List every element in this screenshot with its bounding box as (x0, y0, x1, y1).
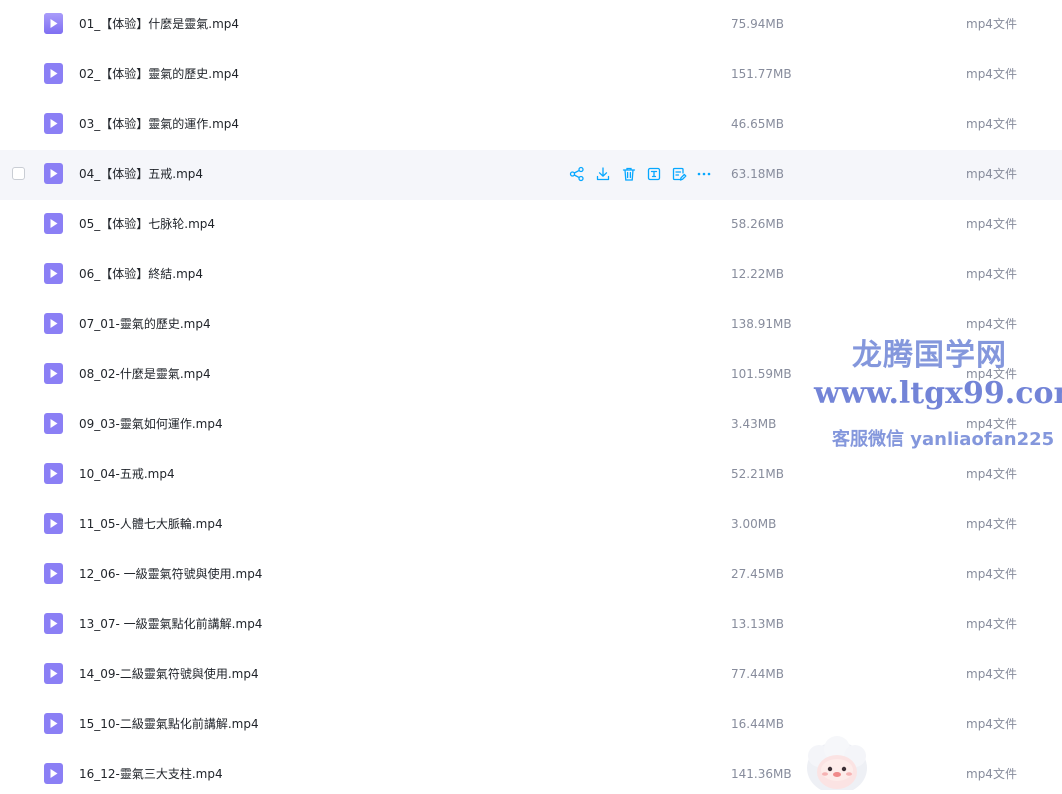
file-name[interactable]: 11_05-人體七大脈輪.mp4 (79, 515, 223, 533)
video-file-icon (44, 363, 63, 384)
file-name[interactable]: 09_03-靈氣如何運作.mp4 (79, 415, 223, 433)
file-type: mp4文件 (966, 767, 1017, 781)
file-name[interactable]: 04_【体验】五戒.mp4 (79, 165, 203, 183)
file-type: mp4文件 (966, 667, 1017, 681)
file-name[interactable]: 14_09-二級靈氣符號與使用.mp4 (79, 665, 259, 683)
file-row[interactable]: 14_09-二級靈氣符號與使用.mp4 77.44MB mp4文件 (0, 650, 1062, 700)
file-type: mp4文件 (966, 167, 1017, 181)
file-name[interactable]: 16_12-靈氣三大支柱.mp4 (79, 765, 223, 783)
file-type: mp4文件 (966, 567, 1017, 581)
file-row[interactable]: 07_01-靈氣的歷史.mp4 138.91MB mp4文件 (0, 300, 1062, 350)
file-type: mp4文件 (966, 517, 1017, 531)
file-row[interactable]: 09_03-靈氣如何運作.mp4 3.43MB mp4文件 (0, 400, 1062, 450)
file-row[interactable]: 03_【体验】靈氣的運作.mp4 46.65MB mp4文件 (0, 100, 1062, 150)
file-name[interactable]: 06_【体验】終結.mp4 (79, 265, 203, 283)
file-name[interactable]: 15_10-二級靈氣點化前講解.mp4 (79, 715, 259, 733)
video-file-icon (44, 513, 63, 534)
more-icon[interactable] (695, 165, 713, 183)
file-size: 75.94MB (731, 17, 784, 31)
file-size: 63.18MB (731, 167, 784, 181)
file-size: 77.44MB (731, 667, 784, 681)
file-name[interactable]: 12_06- 一級靈氣符號與使用.mp4 (79, 565, 262, 583)
file-size: 27.45MB (731, 567, 784, 581)
file-size: 3.00MB (731, 517, 777, 531)
file-size: 46.65MB (731, 117, 784, 131)
video-file-icon (44, 13, 63, 34)
file-size: 3.43MB (731, 417, 777, 431)
file-size: 151.77MB (731, 67, 792, 81)
video-file-icon (44, 713, 63, 734)
file-type: mp4文件 (966, 617, 1017, 631)
file-name[interactable]: 08_02-什麼是靈氣.mp4 (79, 365, 211, 383)
file-size: 16.44MB (731, 717, 784, 731)
file-name[interactable]: 10_04-五戒.mp4 (79, 465, 175, 483)
file-type: mp4文件 (966, 717, 1017, 731)
file-row[interactable]: 08_02-什麼是靈氣.mp4 101.59MB mp4文件 (0, 350, 1062, 400)
delete-icon[interactable] (620, 165, 638, 183)
file-type: mp4文件 (966, 417, 1017, 431)
file-size: 52.21MB (731, 467, 784, 481)
video-file-icon (44, 563, 63, 584)
file-name[interactable]: 07_01-靈氣的歷史.mp4 (79, 315, 211, 333)
file-row[interactable]: 06_【体验】終結.mp4 12.22MB mp4文件 (0, 250, 1062, 300)
file-name[interactable]: 03_【体验】靈氣的運作.mp4 (79, 115, 239, 133)
edit-icon[interactable] (670, 165, 688, 183)
file-size: 141.36MB (731, 767, 792, 781)
file-row[interactable]: 11_05-人體七大脈輪.mp4 3.00MB mp4文件 (0, 500, 1062, 550)
file-row[interactable]: 15_10-二級靈氣點化前講解.mp4 16.44MB mp4文件 (0, 700, 1062, 750)
file-name[interactable]: 01_【体验】什麼是靈氣.mp4 (79, 15, 239, 33)
row-checkbox[interactable] (12, 167, 25, 180)
video-file-icon (44, 763, 63, 784)
video-file-icon (44, 263, 63, 284)
video-file-icon (44, 663, 63, 684)
file-row-hovered[interactable]: 04_【体验】五戒.mp4 63.18MB mp4文件 (0, 150, 1062, 200)
file-row[interactable]: 13_07- 一級靈氣點化前講解.mp4 13.13MB mp4文件 (0, 600, 1062, 650)
share-icon[interactable] (568, 165, 586, 183)
video-file-icon (44, 213, 63, 234)
file-size: 58.26MB (731, 217, 784, 231)
file-size: 13.13MB (731, 617, 784, 631)
file-name[interactable]: 05_【体验】七脉轮.mp4 (79, 215, 215, 233)
video-file-icon (44, 463, 63, 484)
file-row[interactable]: 05_【体验】七脉轮.mp4 58.26MB mp4文件 (0, 200, 1062, 250)
video-file-icon (44, 163, 63, 184)
video-file-icon (44, 63, 63, 84)
file-type: mp4文件 (966, 217, 1017, 231)
file-type: mp4文件 (966, 317, 1017, 331)
file-list: 01_【体验】什麼是靈氣.mp4 75.94MB mp4文件 02_【体验】靈氣… (0, 0, 1062, 790)
file-row[interactable]: 12_06- 一級靈氣符號與使用.mp4 27.45MB mp4文件 (0, 550, 1062, 600)
file-name[interactable]: 02_【体验】靈氣的歷史.mp4 (79, 65, 239, 83)
file-type: mp4文件 (966, 67, 1017, 81)
file-type: mp4文件 (966, 267, 1017, 281)
file-type: mp4文件 (966, 367, 1017, 381)
video-file-icon (44, 413, 63, 434)
video-file-icon (44, 313, 63, 334)
file-size: 101.59MB (731, 367, 792, 381)
file-row[interactable]: 01_【体验】什麼是靈氣.mp4 75.94MB mp4文件 (0, 0, 1062, 50)
file-row[interactable]: 10_04-五戒.mp4 52.21MB mp4文件 (0, 450, 1062, 500)
video-file-icon (44, 113, 63, 134)
file-row[interactable]: 16_12-靈氣三大支柱.mp4 141.36MB mp4文件 (0, 750, 1062, 790)
file-row[interactable]: 02_【体验】靈氣的歷史.mp4 151.77MB mp4文件 (0, 50, 1062, 100)
file-type: mp4文件 (966, 467, 1017, 481)
file-name[interactable]: 13_07- 一級靈氣點化前講解.mp4 (79, 615, 262, 633)
rename-icon[interactable] (645, 165, 663, 183)
assistant-mascot-icon[interactable] (802, 736, 872, 794)
download-icon[interactable] (594, 165, 612, 183)
file-type: mp4文件 (966, 117, 1017, 131)
file-size: 138.91MB (731, 317, 792, 331)
file-type: mp4文件 (966, 17, 1017, 31)
file-size: 12.22MB (731, 267, 784, 281)
video-file-icon (44, 613, 63, 634)
